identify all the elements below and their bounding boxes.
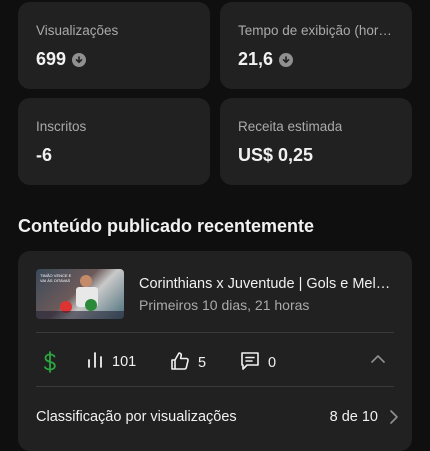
views-count: 101 (112, 354, 137, 370)
video-subtitle: Primeiros 10 dias, 21 horas (139, 297, 310, 313)
likes-count: 5 (198, 355, 207, 371)
comments-count: 0 (268, 355, 277, 371)
collapse-button[interactable] (370, 351, 386, 371)
thumbs-up-icon (170, 351, 190, 375)
divider (36, 386, 394, 387)
dollar-icon (42, 351, 58, 377)
metric-value: 21,6 (238, 49, 294, 70)
views-value: 699 (36, 49, 67, 69)
monetization-status[interactable] (42, 351, 58, 377)
subscribers-value: -6 (36, 145, 53, 165)
likes-stat[interactable]: 5 (170, 351, 206, 375)
revenue-value: US$ 0,25 (238, 145, 314, 165)
metric-card-views[interactable]: Visualizações 699 (18, 2, 210, 89)
views-stat[interactable]: 101 (86, 351, 136, 373)
metric-card-revenue[interactable]: Receita estimada US$ 0,25 (220, 98, 412, 185)
chevron-right-icon[interactable] (386, 407, 402, 432)
metric-value: 699 (36, 49, 87, 70)
comments-stat[interactable]: 0 (240, 351, 276, 375)
ranking-label[interactable]: Classificação por visualizações (36, 409, 237, 425)
arrow-down-circle-icon (279, 52, 294, 67)
recent-video-card: TIMÃO VENCE E VAI ÀS OITAVAS Corinthians… (18, 251, 412, 451)
metric-card-subscribers[interactable]: Inscritos -6 (18, 98, 210, 185)
video-title[interactable]: Corinthians x Juventude | Gols e Melhore… (139, 276, 391, 292)
metric-label: Visualizações (36, 23, 119, 38)
bar-chart-icon (86, 351, 104, 373)
watch-time-value: 21,6 (238, 49, 274, 69)
metric-label: Receita estimada (238, 119, 343, 134)
ranking-value: 8 de 10 (329, 409, 378, 425)
metric-card-watch-time[interactable]: Tempo de exibição (horas) 21,6 (220, 2, 412, 89)
video-thumbnail[interactable]: TIMÃO VENCE E VAI ÀS OITAVAS (36, 269, 124, 319)
metric-value: -6 (36, 145, 52, 166)
metric-label: Inscritos (36, 119, 87, 134)
chevron-up-icon (370, 351, 386, 371)
comment-icon (240, 351, 260, 375)
metric-value: US$ 0,25 (238, 145, 313, 166)
section-title: Conteúdo publicado recentemente (18, 216, 315, 236)
metric-label: Tempo de exibição (horas) (238, 23, 396, 38)
divider (36, 332, 394, 333)
arrow-down-circle-icon (72, 52, 87, 67)
thumbnail-art (36, 275, 124, 319)
